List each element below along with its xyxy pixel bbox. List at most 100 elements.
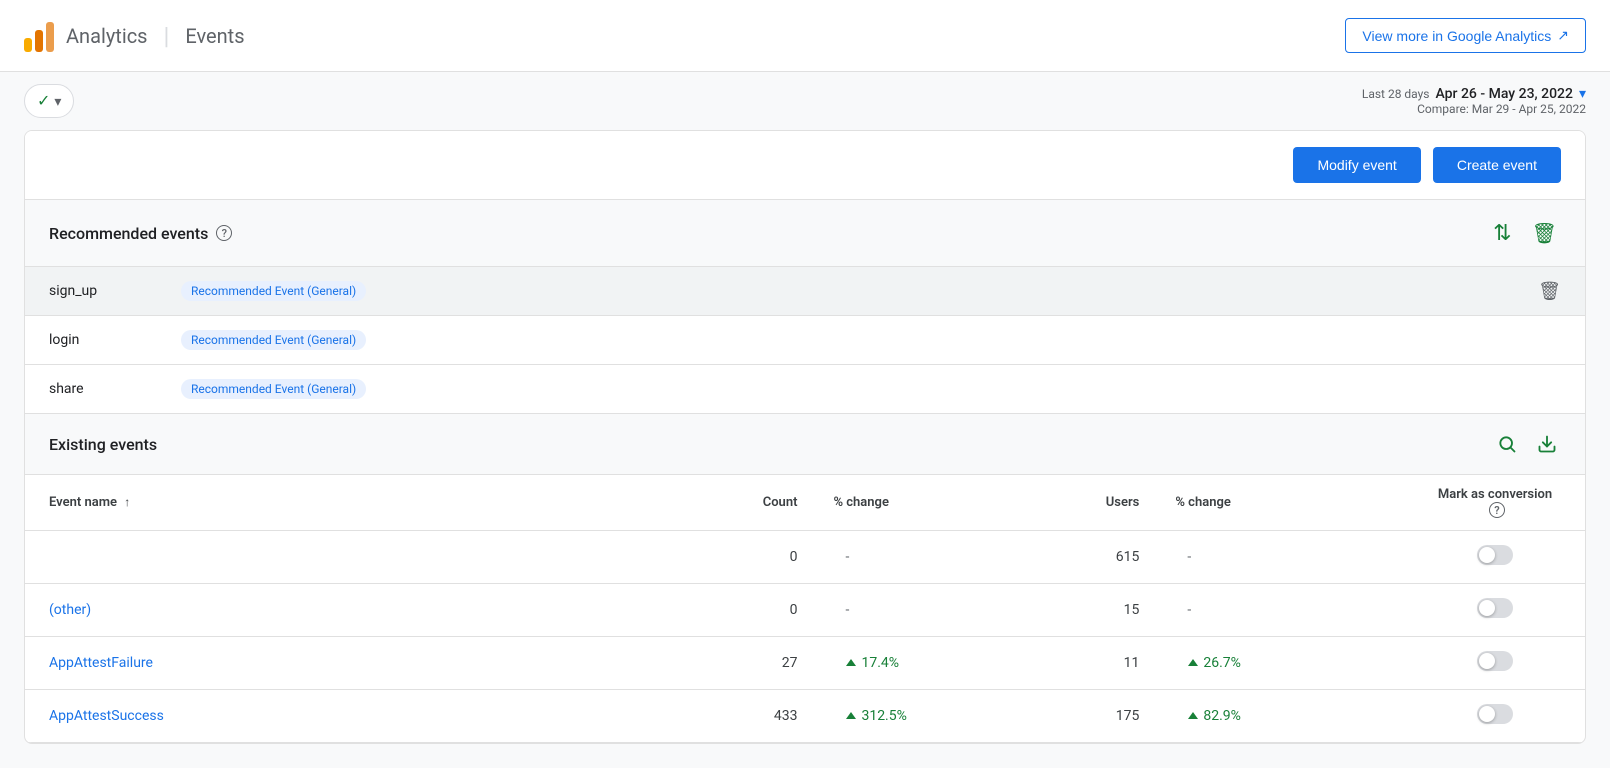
logo-bar-2 — [35, 30, 43, 52]
recommended-section-title: Recommended events ? — [49, 224, 232, 243]
recommended-title-text: Recommended events — [49, 224, 208, 243]
td-count-1: 0 — [739, 584, 822, 637]
header-title: Analytics — [66, 24, 148, 48]
header: Analytics | Events View more in Google A… — [0, 0, 1610, 72]
recommended-event-name-2: share — [49, 381, 169, 397]
th-users-pct-change: % change — [1163, 475, 1405, 531]
date-range: Last 28 days Apr 26 - May 23, 2022 ▾ Com… — [1362, 86, 1586, 116]
arrow-down-icon — [1187, 657, 1199, 669]
table-body: 0-615-(other)0-15-AppAttestFailure2717.4… — [25, 531, 1585, 743]
th-users: Users — [1082, 475, 1164, 531]
recommended-event-name-0: sign_up — [49, 283, 169, 299]
existing-section-header: Existing events — [25, 414, 1585, 475]
arrow-up-icon — [1187, 710, 1199, 722]
change-negative: 26.7% — [1187, 655, 1381, 671]
td-count-change-3: 312.5% — [821, 690, 1081, 743]
recommended-delete-button[interactable]: 🗑 — [1528, 217, 1561, 250]
logo-bar-3 — [46, 22, 54, 52]
td-event-name-3[interactable]: AppAttestSuccess — [25, 690, 739, 743]
existing-section-title: Existing events — [49, 435, 157, 454]
external-link-icon: ↗ — [1557, 27, 1569, 44]
date-dropdown-icon[interactable]: ▾ — [1579, 86, 1586, 102]
td-users-change-2: 26.7% — [1163, 637, 1405, 690]
td-event-name-2[interactable]: AppAttestFailure — [25, 637, 739, 690]
download-icon — [1537, 434, 1557, 454]
events-table: Event name ↑ Count % change Users % chan… — [25, 475, 1585, 743]
create-event-button[interactable]: Create event — [1433, 147, 1561, 183]
change-dash: - — [845, 602, 849, 618]
arrow-down-icon — [845, 657, 857, 669]
td-users-change-1: - — [1163, 584, 1405, 637]
table-row: (other)0 - 15 - — [25, 584, 1585, 637]
filter-dropdown-icon: ▾ — [54, 93, 61, 110]
td-count-change-2: 17.4% — [821, 637, 1081, 690]
td-conversion-3[interactable] — [1405, 690, 1585, 743]
td-users-change-3: 82.9% — [1163, 690, 1405, 743]
header-left: Analytics | Events — [24, 20, 245, 52]
change-dash: - — [1187, 602, 1191, 618]
main-content: Modify event Create event Recommended ev… — [24, 130, 1586, 744]
th-mark-conversion-label: Mark as conversion — [1438, 487, 1552, 502]
td-event-name-0 — [25, 531, 739, 584]
action-row: Modify event Create event — [25, 131, 1585, 200]
view-more-button[interactable]: View more in Google Analytics ↗ — [1345, 18, 1586, 53]
recommended-section-header: Recommended events ? ⇅ 🗑 — [25, 200, 1585, 267]
header-divider: | — [164, 22, 170, 50]
table-header-row: Event name ↑ Count % change Users % chan… — [25, 475, 1585, 531]
td-conversion-0[interactable] — [1405, 531, 1585, 584]
table-row: AppAttestSuccess433312.5%175 82.9% — [25, 690, 1585, 743]
td-users-3: 175 — [1082, 690, 1164, 743]
th-sort-icon: ↑ — [124, 495, 130, 509]
change-positive: 82.9% — [1187, 708, 1381, 724]
recommended-event-delete-0[interactable]: 🗑 — [1538, 281, 1561, 302]
conversion-toggle-1[interactable] — [1477, 598, 1513, 618]
recommended-event-name-1: login — [49, 332, 169, 348]
th-pct-change: % change — [821, 475, 1081, 531]
conversion-toggle-3[interactable] — [1477, 704, 1513, 724]
existing-search-button[interactable] — [1493, 430, 1521, 458]
td-conversion-1[interactable] — [1405, 584, 1585, 637]
td-users-0: 615 — [1082, 531, 1164, 584]
td-users-change-0: - — [1163, 531, 1405, 584]
table-row: AppAttestFailure27 17.4% 11 26.7% — [25, 637, 1585, 690]
td-users-1: 15 — [1082, 584, 1164, 637]
table-row: 0-615- — [25, 531, 1585, 584]
recommended-event-badge-1: Recommended Event (General) — [181, 330, 366, 350]
td-count-3: 433 — [739, 690, 822, 743]
logo-bar-1 — [24, 38, 32, 52]
date-range-label: Last 28 days — [1362, 87, 1430, 101]
td-count-change-1: - — [821, 584, 1081, 637]
recommended-event-row-1: login Recommended Event (General) — [25, 316, 1585, 365]
th-conversion-help-icon[interactable]: ? — [1489, 502, 1505, 518]
recommended-event-badge-2: Recommended Event (General) — [181, 379, 366, 399]
th-event-name[interactable]: Event name ↑ — [25, 475, 739, 531]
header-subtitle: Events — [185, 24, 244, 48]
change-dash: - — [1187, 549, 1191, 565]
th-count: Count — [739, 475, 822, 531]
recommended-event-row-0: sign_up Recommended Event (General) 🗑 — [25, 267, 1585, 316]
recommended-event-badge-0: Recommended Event (General) — [181, 281, 366, 301]
filter-check-icon: ✓ — [37, 91, 50, 111]
td-event-name-1[interactable]: (other) — [25, 584, 739, 637]
th-mark-conversion: Mark as conversion ? — [1405, 475, 1585, 531]
recommended-section-actions: ⇅ 🗑 — [1489, 216, 1561, 250]
conversion-toggle-2[interactable] — [1477, 651, 1513, 671]
recommended-help-icon[interactable]: ? — [216, 225, 232, 241]
recommended-sort-button[interactable]: ⇅ — [1489, 216, 1515, 250]
td-count-0: 0 — [739, 531, 822, 584]
change-negative: 17.4% — [845, 655, 1057, 671]
view-more-label: View more in Google Analytics — [1362, 28, 1551, 44]
td-users-2: 11 — [1082, 637, 1164, 690]
date-range-main: Last 28 days Apr 26 - May 23, 2022 ▾ — [1362, 86, 1586, 102]
conversion-toggle-0[interactable] — [1477, 545, 1513, 565]
date-range-value: Apr 26 - May 23, 2022 — [1436, 86, 1573, 102]
td-conversion-2[interactable] — [1405, 637, 1585, 690]
th-event-name-label: Event name — [49, 495, 117, 510]
modify-event-button[interactable]: Modify event — [1293, 147, 1420, 183]
td-count-change-0: - — [821, 531, 1081, 584]
td-count-2: 27 — [739, 637, 822, 690]
existing-download-button[interactable] — [1533, 430, 1561, 458]
arrow-up-icon — [845, 710, 857, 722]
search-icon — [1497, 434, 1517, 454]
filter-button[interactable]: ✓ ▾ — [24, 84, 74, 118]
